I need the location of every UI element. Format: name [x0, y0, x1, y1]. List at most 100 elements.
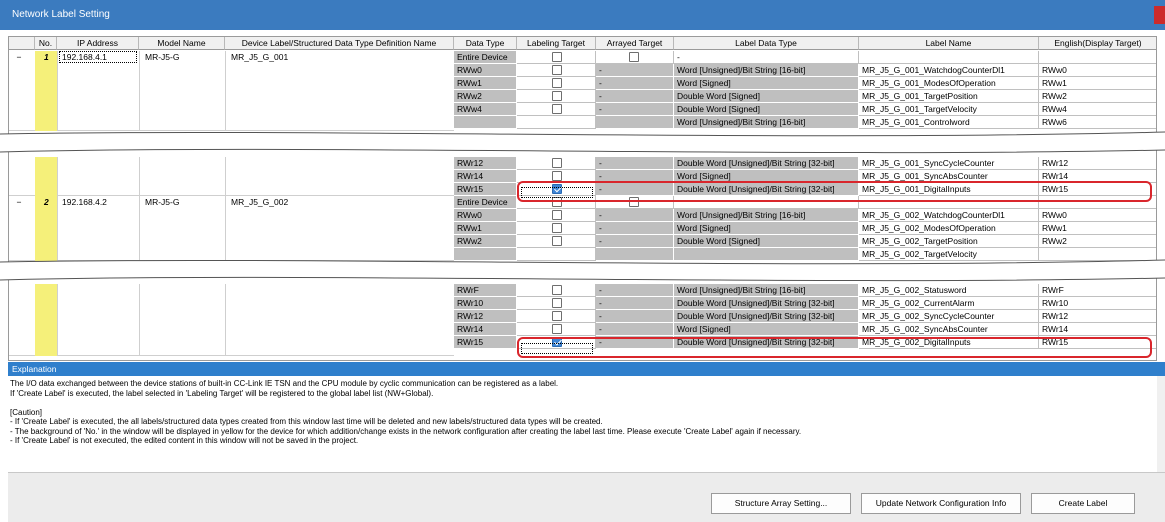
label-data-type[interactable]: Double Word [Signed] — [674, 103, 859, 116]
column-header[interactable]: Labeling Target — [517, 37, 596, 50]
english-display[interactable]: RWr10 — [1039, 297, 1156, 310]
label-data-type[interactable]: Word [Signed] — [674, 222, 859, 235]
label-name[interactable]: MR_J5_G_002_CurrentAlarm — [859, 297, 1039, 310]
data-type: RWw0 — [457, 65, 482, 75]
labeling-target-checkbox[interactable] — [552, 311, 562, 321]
button-bar: Structure Array Setting... Update Networ… — [8, 472, 1165, 522]
arrayed-target-checkbox[interactable] — [629, 52, 639, 62]
arrayed-target: - — [599, 311, 602, 321]
column-header[interactable]: IP Address — [57, 37, 139, 50]
label-name[interactable]: MR_J5_G_002_SyncAbsCounter — [859, 323, 1039, 336]
label-data-type[interactable]: - — [674, 51, 859, 64]
arrayed-target: - — [599, 210, 602, 220]
english-display[interactable]: RWw2 — [1039, 235, 1156, 248]
update-network-configuration-button[interactable]: Update Network Configuration Info — [861, 493, 1021, 514]
grid-header: No. IP Address Model Name Device Label/Stru… — [9, 37, 1156, 50]
labeling-target-checkbox[interactable] — [552, 78, 562, 88]
label-name[interactable]: MR_J5_G_001_SyncCycleCounter — [859, 157, 1039, 170]
device-label: MR_J5_G_002 — [231, 197, 289, 207]
window-title: Network Label Setting — [12, 9, 110, 20]
labeling-target-checkbox[interactable] — [552, 298, 562, 308]
label-data-type[interactable]: Double Word [Signed] — [674, 235, 859, 248]
label-name[interactable]: MR_J5_G_001_TargetPosition — [859, 90, 1039, 103]
labeling-target-checkbox[interactable] — [552, 65, 562, 75]
data-type: RWw1 — [457, 78, 482, 88]
label-name[interactable] — [859, 51, 1039, 64]
label-name[interactable]: MR_J5_G_001_ModesOfOperation — [859, 77, 1039, 90]
data-type: Entire Device — [457, 52, 508, 62]
explanation-text: The I/O data exchanged between the devic… — [8, 376, 1157, 472]
create-label-button[interactable]: Create Label — [1031, 493, 1135, 514]
ip-address: 192.168.4.2 — [62, 197, 107, 207]
column-header[interactable]: Data Type — [454, 37, 517, 50]
data-type: RWr12 — [457, 311, 484, 321]
arrayed-target: - — [599, 158, 602, 168]
focus-outline — [521, 343, 593, 354]
close-icon[interactable] — [1154, 6, 1165, 24]
labeling-target-checkbox[interactable] — [552, 91, 562, 101]
labeling-target-checkbox[interactable] — [552, 210, 562, 220]
table-row: RWr12 - Double Word [Unsigned]/Bit String … — [9, 310, 1156, 323]
label-name[interactable]: MR_J5_G_002_TargetPosition — [859, 235, 1039, 248]
english-display[interactable] — [1039, 51, 1156, 64]
structure-array-setting-button[interactable]: Structure Array Setting... — [711, 493, 851, 514]
label-data-type[interactable]: Word [Signed] — [674, 323, 859, 336]
labeling-target-checkbox[interactable] — [552, 158, 562, 168]
english-display[interactable]: RWw1 — [1039, 222, 1156, 235]
label-data-type[interactable]: Double Word [Unsigned]/Bit String [32-bi… — [674, 157, 859, 170]
data-type: RWw0 — [457, 210, 482, 220]
data-type: RWw1 — [457, 223, 482, 233]
labeling-target-checkbox[interactable] — [552, 324, 562, 334]
labeling-target-checkbox[interactable] — [552, 104, 562, 114]
explanation-line: - If 'Create Label' is not executed, the… — [10, 436, 359, 445]
labeling-target-checkbox[interactable] — [552, 52, 562, 62]
english-display[interactable]: RWw2 — [1039, 90, 1156, 103]
label-data-type[interactable]: Word [Unsigned]/Bit String [16-bit] — [674, 64, 859, 77]
explanation-scrollbar[interactable] — [1157, 376, 1165, 472]
arrayed-target: - — [599, 324, 602, 334]
label-data-type[interactable]: Word [Signed] — [674, 77, 859, 90]
column-header[interactable]: Device Label/Structured Data Type Defini… — [225, 37, 454, 50]
english-display[interactable]: RWw0 — [1039, 209, 1156, 222]
labeling-target-checkbox[interactable] — [552, 285, 562, 295]
arrayed-target: - — [599, 91, 602, 101]
data-type: RWw4 — [457, 104, 482, 114]
explanation-line: If 'Create Label' is executed, the label… — [10, 388, 434, 398]
labeling-target-checkbox[interactable] — [552, 223, 562, 233]
labeling-target-checkbox[interactable] — [552, 171, 562, 181]
english-display[interactable]: RWw1 — [1039, 77, 1156, 90]
english-display[interactable]: RWw0 — [1039, 64, 1156, 77]
english-display[interactable]: RWr12 — [1039, 157, 1156, 170]
label-data-type[interactable]: Word [Unsigned]/Bit String [16-bit] — [674, 209, 859, 222]
data-type: Entire Device — [457, 197, 508, 207]
column-header-corner — [9, 37, 35, 50]
label-name[interactable]: MR_J5_G_002_SyncCycleCounter — [859, 310, 1039, 323]
column-header[interactable]: No. — [35, 37, 57, 50]
table-row: RWw0 - Word [Unsigned]/Bit String [16-bit]… — [9, 64, 1156, 77]
column-header[interactable]: Model Name — [139, 37, 225, 50]
english-display[interactable]: RWw4 — [1039, 103, 1156, 116]
english-display[interactable]: RWr12 — [1039, 310, 1156, 323]
data-type: RWr10 — [457, 298, 484, 308]
column-header[interactable]: English(Display Target) — [1039, 37, 1156, 50]
label-data-type[interactable]: Double Word [Unsigned]/Bit String [32-bi… — [674, 310, 859, 323]
label-name[interactable]: MR_J5_G_002_ModesOfOperation — [859, 222, 1039, 235]
highlight-box — [517, 181, 1152, 202]
label-name[interactable]: MR_J5_G_001_WatchdogCounterDl1 — [859, 64, 1039, 77]
arrayed-target: - — [599, 104, 602, 114]
table-row: RWw4 - Double Word [Signed] MR_J5_G_001_Tar… — [9, 103, 1156, 116]
label-data-type[interactable]: Double Word [Unsigned]/Bit String [32-bi… — [674, 297, 859, 310]
arrayed-target: - — [599, 298, 602, 308]
table-row: RWw1 - Word [Signed] MR_J5_G_001_ModesOfOpe… — [9, 77, 1156, 90]
label-name[interactable]: MR_J5_G_001_TargetVelocity — [859, 103, 1039, 116]
table-row: RWr14 - Word [Signed] MR_J5_G_002_SyncAbsCo… — [9, 323, 1156, 336]
column-header[interactable]: Label Name — [859, 37, 1039, 50]
collapse-toggle[interactable]: − — [9, 196, 29, 209]
label-data-type[interactable]: Double Word [Signed] — [674, 90, 859, 103]
labeling-target-checkbox[interactable] — [552, 236, 562, 246]
column-header[interactable]: Arrayed Target — [596, 37, 674, 50]
label-grid: No. IP Address Model Name Device Label/Stru… — [8, 36, 1157, 361]
label-name[interactable]: MR_J5_G_002_WatchdogCounterDl1 — [859, 209, 1039, 222]
english-display[interactable]: RWr14 — [1039, 323, 1156, 336]
column-header[interactable]: Label Data Type — [674, 37, 859, 50]
